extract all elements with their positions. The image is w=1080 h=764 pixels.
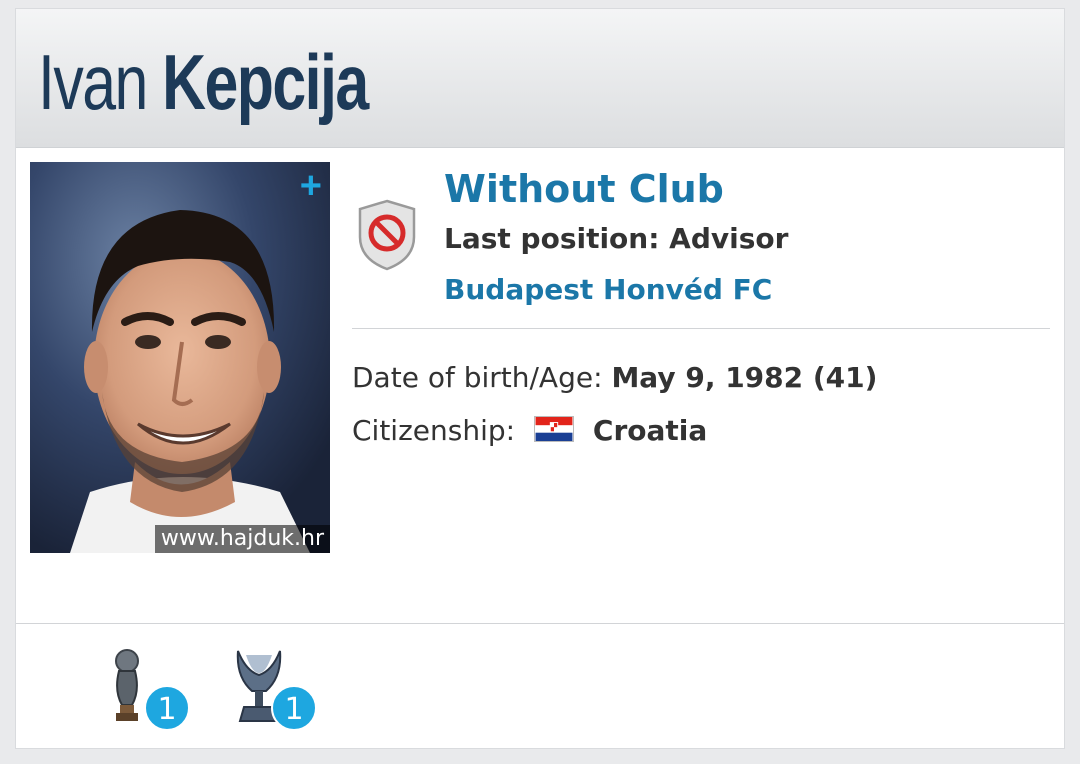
player-profile-card: Ivan Kepcija + www.hajduk.hr Without Clu…	[15, 8, 1065, 749]
player-first-name: Ivan	[38, 38, 148, 126]
citizenship-row: Citizenship: Croatia	[352, 414, 707, 447]
cup-trophy-count: 1	[271, 685, 317, 731]
world-trophy-count: 1	[144, 685, 190, 731]
last-position: Last position: Advisor	[444, 222, 789, 255]
player-last-name: Kepcija	[162, 38, 369, 126]
no-club-shield-icon	[358, 199, 416, 271]
info-divider	[352, 328, 1050, 329]
citizenship-label: Citizenship:	[352, 414, 516, 447]
dob-label: Date of birth/Age:	[352, 361, 603, 394]
add-photo-button[interactable]: +	[300, 166, 322, 206]
croatia-flag-icon	[533, 416, 574, 442]
world-trophy-icon[interactable]	[110, 647, 144, 727]
player-name: Ivan Kepcija	[38, 37, 369, 127]
current-club-link[interactable]: Without Club	[444, 167, 724, 211]
trophies-divider	[16, 623, 1064, 624]
profile-header: Ivan Kepcija	[16, 9, 1064, 148]
citizenship-value[interactable]: Croatia	[593, 414, 707, 447]
last-club-link[interactable]: Budapest Honvéd FC	[444, 273, 772, 306]
player-photo[interactable]: + www.hajduk.hr	[30, 162, 330, 553]
dob-value: May 9, 1982 (41)	[611, 361, 878, 394]
date-of-birth-row: Date of birth/Age: May 9, 1982 (41)	[352, 361, 877, 394]
photo-credit: www.hajduk.hr	[154, 525, 330, 553]
player-portrait-illustration	[30, 162, 330, 553]
